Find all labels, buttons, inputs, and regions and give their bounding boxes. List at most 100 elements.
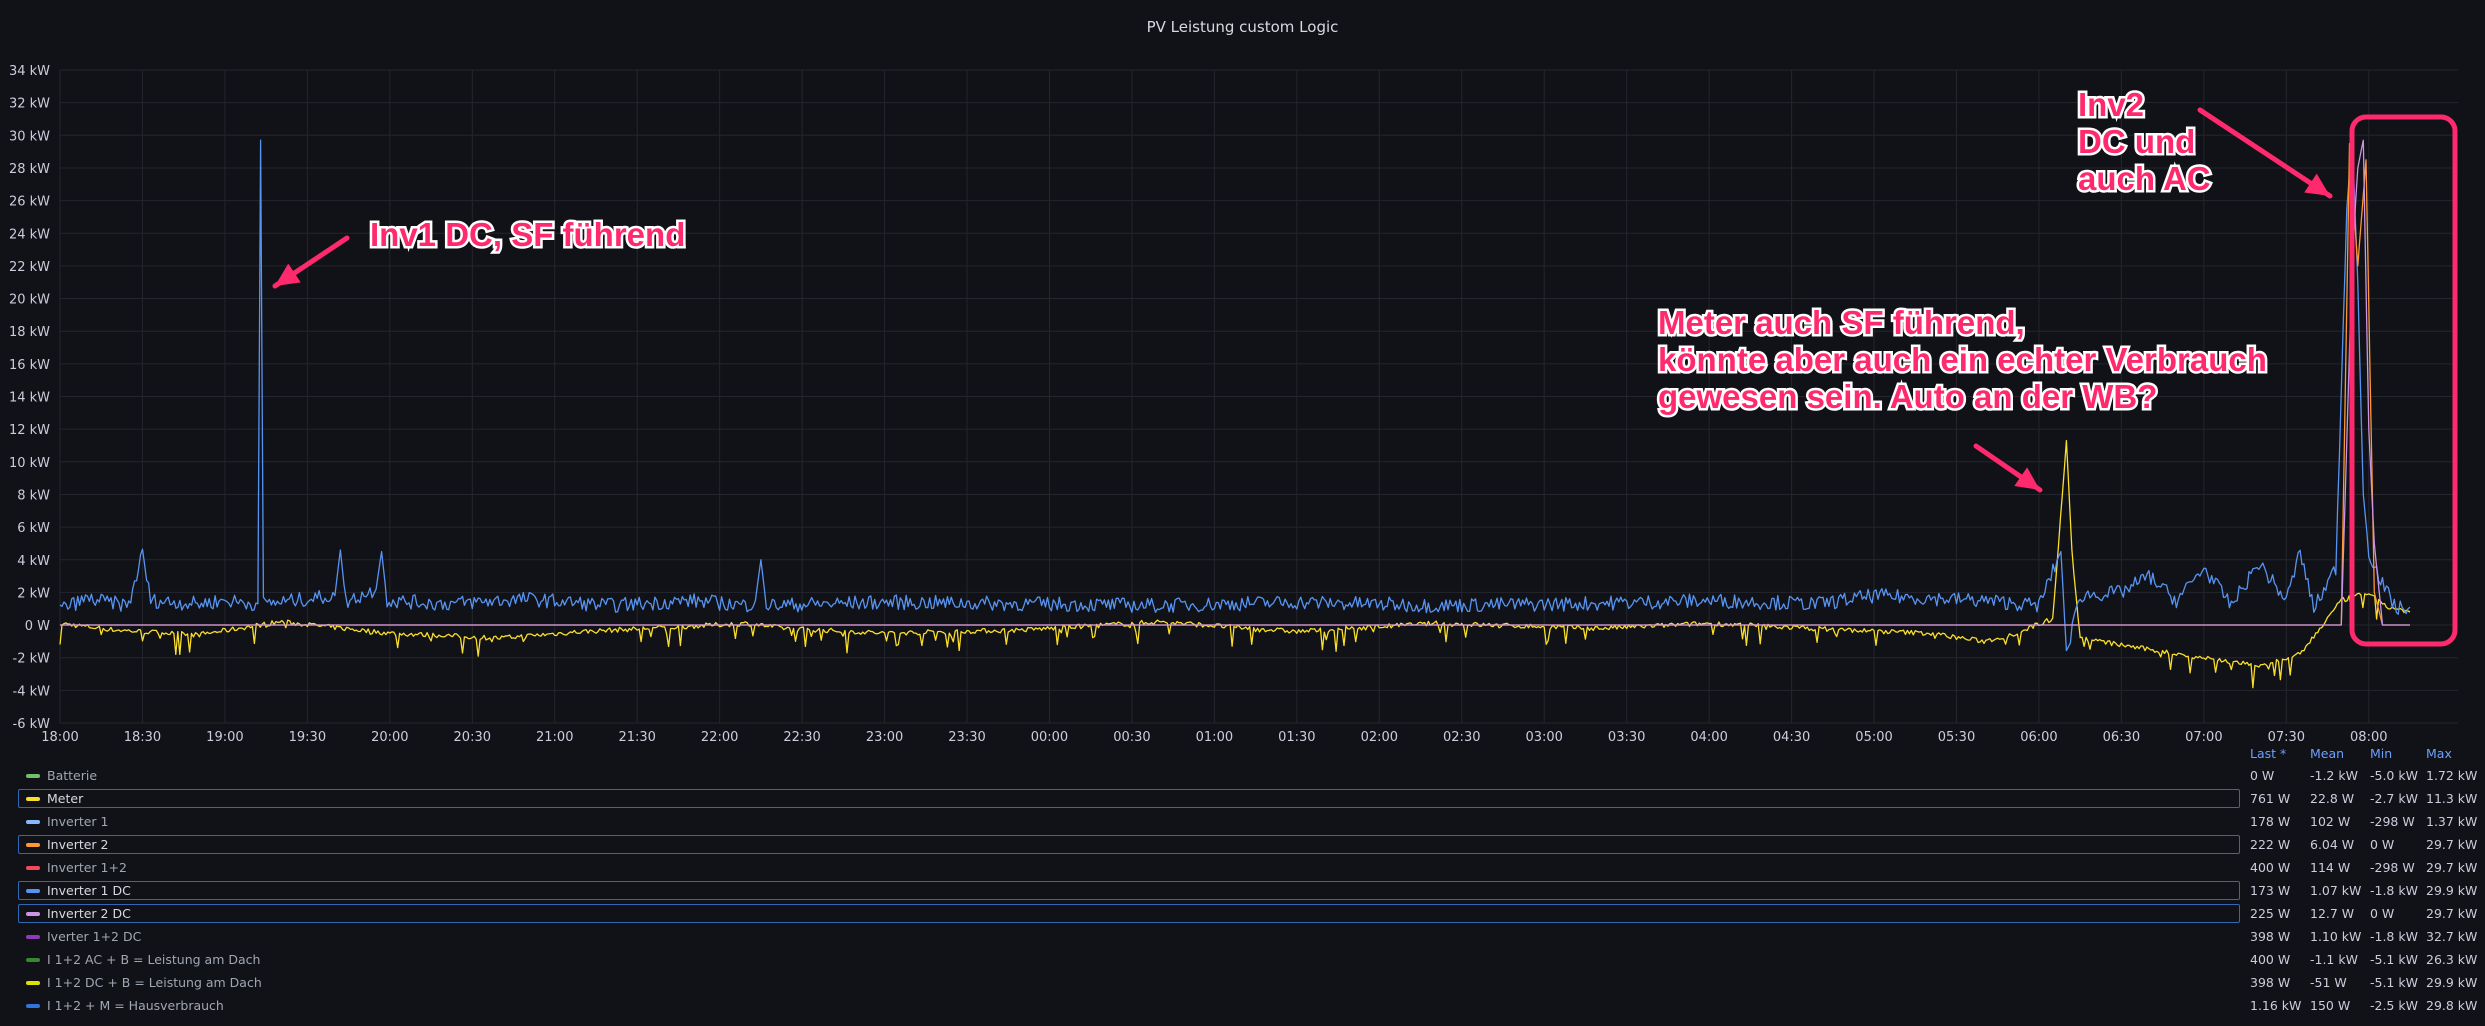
legend-mean: -51 W — [2310, 975, 2347, 990]
x-tick-label: 06:00 — [2020, 730, 2057, 742]
x-tick-label: 03:00 — [1525, 730, 1562, 742]
x-tick-label: 04:00 — [1690, 730, 1727, 742]
legend-last: 398 W — [2250, 929, 2291, 944]
legend-row[interactable]: Inverter 2 DC 225 W 12.7 W 0 W 29.7 kW — [14, 904, 2477, 925]
y-tick-label: 30 kW — [9, 129, 50, 144]
legend-series-name: Inverter 1+2 — [47, 860, 127, 875]
annotation-arrow-3-head — [2304, 173, 2330, 196]
x-tick-label: 05:00 — [1855, 730, 1892, 742]
legend-last: 0 W — [2250, 768, 2275, 783]
legend-mean: 1.10 kW — [2310, 929, 2362, 944]
legend-mean: -1.1 kW — [2310, 952, 2358, 967]
annotation-text-3: Inv2 — [2078, 86, 2144, 123]
legend-mean: 114 W — [2310, 860, 2351, 875]
legend-series-name: Inverter 2 — [47, 837, 109, 852]
legend-last: 761 W — [2250, 791, 2291, 806]
legend-swatch — [26, 981, 40, 985]
y-axis: 34 kW 32 kW 30 kW 28 kW 26 kW 24 kW 22 kW 20 kW… — [9, 64, 50, 732]
y-tick-label: 4 kW — [17, 554, 50, 569]
x-tick-label: 19:30 — [289, 730, 326, 742]
x-tick-label: 21:30 — [618, 730, 655, 742]
legend-last: 400 W — [2250, 860, 2291, 875]
legend-swatch — [26, 820, 40, 824]
annotation-marks: Inv1 DC, SF führend Meter auch SF führend… — [272, 84, 2458, 647]
legend-col-max[interactable]: Max — [2426, 746, 2452, 761]
line-chart[interactable]: 34 kW 32 kW 30 kW 28 kW 26 kW 24 kW 22 kW 20 kW… — [0, 0, 2485, 742]
legend-series-name: I 1+2 + M = Hausverbrauch — [47, 998, 224, 1013]
annotation-arrow-1-head — [275, 263, 301, 286]
y-tick-label: 16 kW — [9, 358, 50, 373]
legend-swatch — [26, 797, 40, 801]
legend-max: 29.8 kW — [2426, 998, 2478, 1013]
y-tick-label: 34 kW — [9, 64, 50, 79]
x-tick-label: 21:00 — [536, 730, 573, 742]
x-tick-label: 08:00 — [2350, 730, 2387, 742]
legend-row[interactable]: I 1+2 AC + B = Leistung am Dach 400 W -1.1… — [14, 950, 2477, 971]
legend-max: 29.9 kW — [2426, 975, 2478, 990]
y-tick-label: 28 kW — [9, 162, 50, 177]
legend-row[interactable]: Inverter 1 178 W 102 W -298 W 1.37 kW — [14, 812, 2477, 833]
legend-last: 1.16 kW — [2250, 998, 2302, 1013]
legend-last: 178 W — [2250, 814, 2291, 829]
annotation-arrow-2-head — [2014, 467, 2040, 490]
legend-row-highlight — [18, 789, 2240, 808]
y-tick-label: 26 kW — [9, 195, 50, 210]
x-tick-label: 02:30 — [1443, 730, 1480, 742]
y-tick-label: 14 kW — [9, 391, 50, 406]
legend-row[interactable]: Iverter 1+2 DC 398 W 1.10 kW -1.8 kW 32.7 kW — [14, 927, 2477, 948]
y-tick-label: 12 kW — [9, 423, 50, 438]
x-tick-label: 00:30 — [1113, 730, 1150, 742]
y-tick-label: -2 kW — [13, 652, 51, 667]
legend-row[interactable]: Inverter 1+2 400 W 114 W -298 W 29.7 kW — [14, 858, 2477, 879]
legend-series-name: I 1+2 DC + B = Leistung am Dach — [47, 975, 262, 990]
legend-row[interactable]: I 1+2 + M = Hausverbrauch 1.16 kW 150 W -2.… — [14, 996, 2477, 1017]
legend-mean: 12.7 W — [2310, 906, 2355, 921]
y-tick-label: 20 kW — [9, 293, 50, 308]
legend-series-name: I 1+2 AC + B = Leistung am Dach — [47, 952, 261, 967]
legend-swatch — [26, 1004, 40, 1008]
x-tick-label: 18:00 — [41, 730, 78, 742]
legend-header: Last * Mean Min Max — [14, 742, 2472, 766]
legend-series-name: Meter — [47, 791, 84, 806]
legend-min: -5.1 kW — [2370, 952, 2418, 967]
legend: Last * Mean Min Max Batterie 0 W -1.2 kW -5… — [14, 742, 2477, 1019]
legend-row[interactable]: I 1+2 DC + B = Leistung am Dach 398 W -51 … — [14, 973, 2477, 994]
legend-row[interactable]: Inverter 1 DC 173 W 1.07 kW -1.8 kW 29.9 kW — [14, 881, 2477, 902]
annotation-text-1: Inv1 DC, SF führend — [370, 216, 685, 253]
legend-row-highlight — [18, 904, 2240, 923]
legend-last: 400 W — [2250, 952, 2291, 967]
legend-series-name: Inverter 2 DC — [47, 906, 131, 921]
legend-swatch — [26, 774, 40, 778]
annotation-text-3: DC und — [2078, 123, 2195, 160]
legend-min: -2.5 kW — [2370, 998, 2418, 1013]
legend-min: 0 W — [2370, 906, 2395, 921]
legend-series-name: Iverter 1+2 DC — [47, 929, 142, 944]
legend-min: 0 W — [2370, 837, 2395, 852]
legend-swatch — [26, 912, 40, 916]
legend-min: -298 W — [2370, 860, 2415, 875]
legend-row[interactable]: Inverter 2 222 W 6.04 W 0 W 29.7 kW — [14, 835, 2477, 856]
x-tick-label: 22:00 — [701, 730, 738, 742]
annotation-text-2: könnte aber auch ein echter Verbrauch — [1658, 341, 2267, 378]
x-tick-label: 07:30 — [2268, 730, 2305, 742]
legend-min: -1.8 kW — [2370, 929, 2418, 944]
legend-max: 1.72 kW — [2426, 768, 2478, 783]
legend-max: 32.7 kW — [2426, 929, 2478, 944]
legend-max: 29.7 kW — [2426, 906, 2478, 921]
legend-row[interactable]: Batterie 0 W -1.2 kW -5.0 kW 1.72 kW — [14, 766, 2477, 787]
x-tick-label: 00:00 — [1031, 730, 1068, 742]
legend-col-last[interactable]: Last * — [2250, 746, 2286, 761]
x-tick-label: 23:30 — [948, 730, 985, 742]
x-tick-label: 02:00 — [1361, 730, 1398, 742]
legend-series-name: Inverter 1 DC — [47, 883, 131, 898]
x-tick-label: 03:30 — [1608, 730, 1645, 742]
legend-max: 11.3 kW — [2426, 791, 2478, 806]
legend-col-mean[interactable]: Mean — [2310, 746, 2344, 761]
legend-swatch — [26, 935, 40, 939]
annotation-text-2: gewesen sein. Auto an der WB? — [1658, 378, 2157, 415]
legend-swatch — [26, 866, 40, 870]
legend-max: 29.9 kW — [2426, 883, 2478, 898]
legend-col-min[interactable]: Min — [2370, 746, 2392, 761]
legend-last: 398 W — [2250, 975, 2291, 990]
legend-row[interactable]: Meter 761 W 22.8 W -2.7 kW 11.3 kW — [14, 789, 2477, 810]
